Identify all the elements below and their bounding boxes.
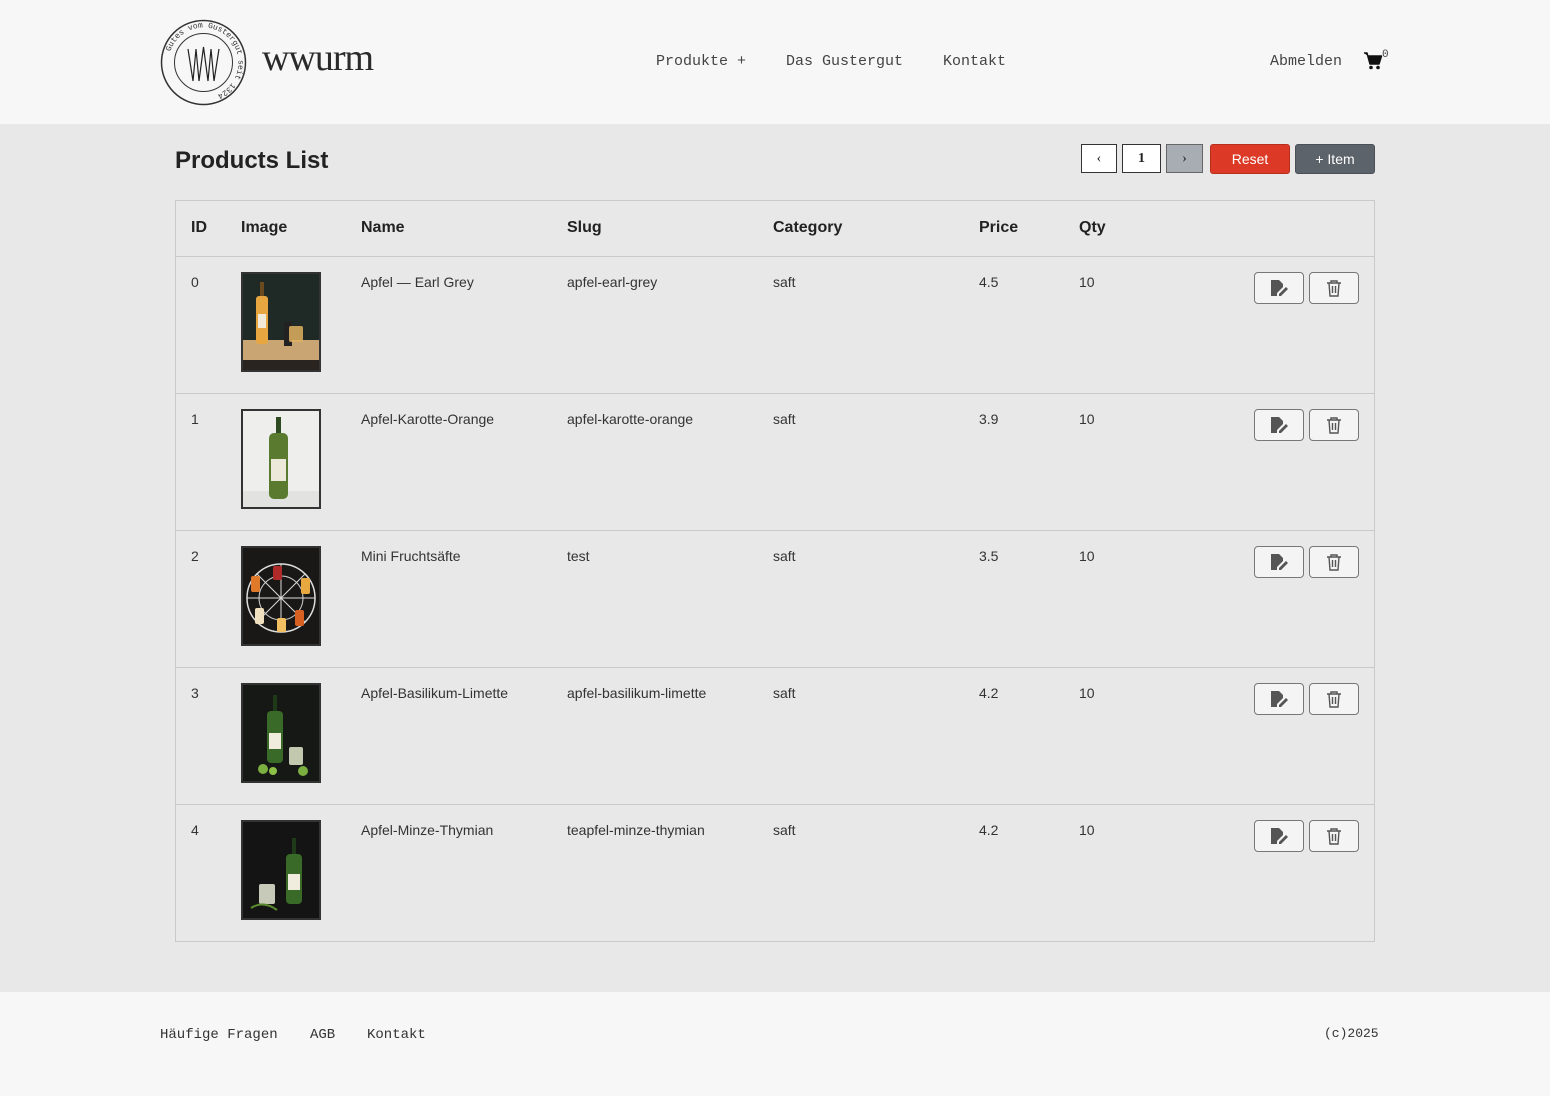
cell-category: saft <box>773 685 796 701</box>
delete-button[interactable] <box>1309 272 1359 304</box>
cell-name: Apfel-Minze-Thymian <box>361 822 494 838</box>
add-item-button[interactable]: + Item <box>1295 144 1375 174</box>
site-footer: Häufige Fragen AGB Kontakt (c)2025 <box>0 992 1550 1096</box>
cell-qty: 10 <box>1079 411 1095 427</box>
cell-category: saft <box>773 822 796 838</box>
product-image <box>241 272 321 372</box>
edit-icon <box>1271 417 1288 433</box>
cell-id: 0 <box>191 274 199 290</box>
cell-slug: teapfel-minze-thymian <box>567 822 705 838</box>
reset-button[interactable]: Reset <box>1210 144 1290 174</box>
delete-button[interactable] <box>1309 409 1359 441</box>
column-header-id: ID <box>191 219 207 236</box>
cell-qty: 10 <box>1079 274 1095 290</box>
site-header: Gutes vom Gustergut seit 1324 wwurm Prod… <box>0 0 1550 124</box>
cell-price: 3.5 <box>979 548 999 564</box>
edit-icon <box>1271 691 1288 707</box>
edit-button[interactable] <box>1254 683 1304 715</box>
cell-price: 4.2 <box>979 822 999 838</box>
cell-price: 4.2 <box>979 685 999 701</box>
trash-icon <box>1327 554 1341 571</box>
column-header-qty: Qty <box>1079 219 1106 236</box>
pagination-current-page[interactable]: 1 <box>1122 144 1161 173</box>
column-header-category: Category <box>773 219 843 236</box>
cell-name: Apfel — Earl Grey <box>361 274 474 290</box>
page-title: Products List <box>175 147 329 174</box>
delete-button[interactable] <box>1309 546 1359 578</box>
pagination-next-button[interactable]: › <box>1166 144 1203 173</box>
products-table: ID Image Name Slug Category Price Qty 0 … <box>175 200 1375 942</box>
cell-id: 3 <box>191 685 199 701</box>
cell-price: 3.9 <box>979 411 999 427</box>
table-row: 1 Apfel-Karotte-Orange apfel-karotte-ora… <box>176 394 1374 531</box>
cell-qty: 10 <box>1079 822 1095 838</box>
cell-name: Apfel-Karotte-Orange <box>361 411 495 427</box>
edit-icon <box>1271 554 1288 570</box>
cell-name: Apfel-Basilikum-Limette <box>361 685 509 701</box>
trash-icon <box>1327 691 1341 708</box>
nav-kontakt[interactable]: Kontakt <box>943 53 1006 70</box>
column-header-name: Name <box>361 219 405 236</box>
copyright: (c)2025 <box>1324 1026 1379 1041</box>
footer-link-kontakt[interactable]: Kontakt <box>367 1027 426 1043</box>
trash-icon <box>1327 417 1341 434</box>
footer-link-faq[interactable]: Häufige Fragen <box>160 1027 278 1043</box>
pagination-prev-button[interactable]: ‹ <box>1081 144 1117 173</box>
cell-id: 2 <box>191 548 199 564</box>
product-image <box>241 820 321 920</box>
delete-button[interactable] <box>1309 820 1359 852</box>
edit-button[interactable] <box>1254 409 1304 441</box>
brand-wordmark[interactable]: wwurm <box>262 36 374 80</box>
table-row: 4 Apfel-Minze-Thymian teapfel-minze-thym… <box>176 805 1374 942</box>
cell-slug: apfel-karotte-orange <box>567 411 694 427</box>
trash-icon <box>1327 280 1341 297</box>
cell-category: saft <box>773 548 796 564</box>
edit-button[interactable] <box>1254 820 1304 852</box>
product-image <box>241 409 321 509</box>
table-header: ID Image Name Slug Category Price Qty <box>176 201 1374 257</box>
cart-count-badge: 0 <box>1382 49 1389 61</box>
table-row: 2 Mini Fruchtsäfte test saft 3.5 10 <box>176 531 1374 668</box>
edit-button[interactable] <box>1254 272 1304 304</box>
cell-slug: apfel-basilikum-limette <box>567 685 707 701</box>
edit-button[interactable] <box>1254 546 1304 578</box>
trash-icon <box>1327 828 1341 845</box>
nav-das-gustergut[interactable]: Das Gustergut <box>786 53 903 70</box>
table-row: 3 Apfel-Basilikum-Limette apfel-basiliku… <box>176 668 1374 805</box>
product-image <box>241 546 321 646</box>
edit-icon <box>1271 828 1288 844</box>
column-header-image: Image <box>241 219 288 236</box>
cell-price: 4.5 <box>979 274 999 290</box>
cell-slug: apfel-earl-grey <box>567 274 658 290</box>
brand-seal-logo[interactable]: Gutes vom Gustergut seit 1324 <box>160 19 247 106</box>
cell-id: 4 <box>191 822 199 838</box>
cell-name: Mini Fruchtsäfte <box>361 548 461 564</box>
nav-produkte[interactable]: Produkte + <box>656 53 746 70</box>
cell-category: saft <box>773 411 796 427</box>
product-image <box>241 683 321 783</box>
cell-qty: 10 <box>1079 685 1095 701</box>
cell-category: saft <box>773 274 796 290</box>
footer-link-agb[interactable]: AGB <box>310 1027 335 1043</box>
edit-icon <box>1271 280 1288 296</box>
cell-qty: 10 <box>1079 548 1095 564</box>
cell-slug: test <box>567 548 590 564</box>
cell-id: 1 <box>191 411 199 427</box>
delete-button[interactable] <box>1309 683 1359 715</box>
column-header-slug: Slug <box>567 219 602 236</box>
logout-link[interactable]: Abmelden <box>1270 53 1342 70</box>
table-row: 0 Apfel — Earl Grey apfel-earl-grey saft… <box>176 257 1374 394</box>
column-header-price: Price <box>979 219 1019 236</box>
